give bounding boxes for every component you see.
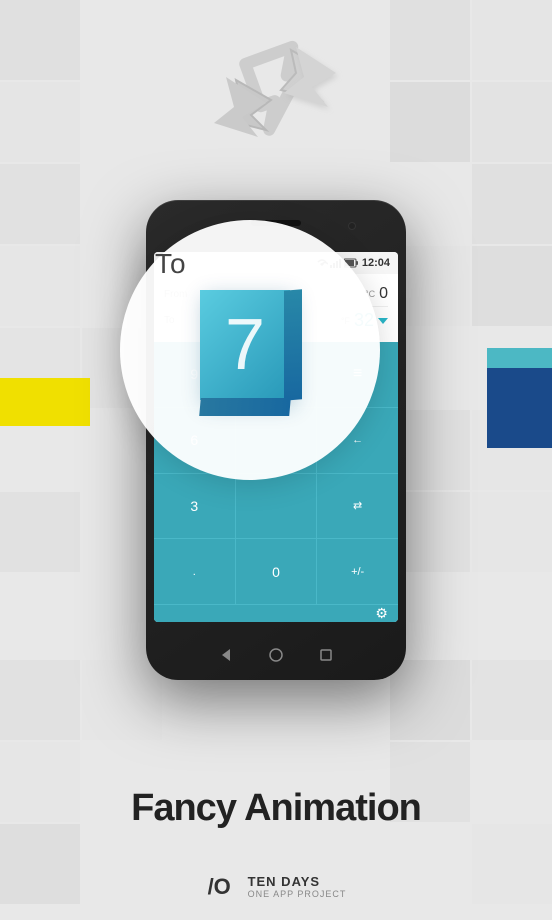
io-logo-svg: /O (206, 870, 238, 902)
brand-name: TEN DAYS (248, 874, 347, 889)
brand-subtitle: ONE APP PROJECT (248, 889, 347, 899)
key-dot[interactable]: . (154, 539, 235, 604)
key-face-bottom (199, 398, 291, 416)
svg-text:/O: /O (208, 874, 231, 899)
nav-bar (215, 644, 337, 666)
bottom-brand: /O TEN DAYS ONE APP PROJECT (206, 870, 347, 902)
app-title: Fancy Animation (0, 787, 552, 830)
key-3d-visual: 7 (190, 280, 310, 420)
key-face-front: 7 (200, 290, 290, 400)
key-plusminus[interactable]: +/- (317, 539, 398, 604)
key-settings[interactable]: ⚙ (375, 605, 388, 622)
nav-home[interactable] (265, 644, 287, 666)
key-swap[interactable]: ⇄ (317, 474, 398, 539)
top-logo (196, 30, 356, 150)
brand-text-block: TEN DAYS ONE APP PROJECT (248, 874, 347, 899)
big-to-label: To (155, 248, 187, 279)
big-key-number: 7 (225, 304, 265, 386)
key-0[interactable]: 0 (236, 539, 317, 604)
key-face-side (284, 289, 302, 401)
logo-svg (196, 35, 356, 145)
nav-recents[interactable] (315, 644, 337, 666)
title-section: Fancy Animation (0, 787, 552, 830)
key-settings-row: ⚙ (154, 605, 398, 622)
big-to-container: To (155, 248, 187, 280)
key-3[interactable]: 3 (154, 474, 235, 539)
nav-back[interactable] (215, 644, 237, 666)
from-value: 0 (379, 285, 388, 303)
accent-blue-bar (487, 368, 552, 448)
key-empty-3 (236, 474, 317, 539)
brand-logo-icon: /O (206, 870, 238, 902)
accent-yellow-bar (0, 378, 90, 426)
